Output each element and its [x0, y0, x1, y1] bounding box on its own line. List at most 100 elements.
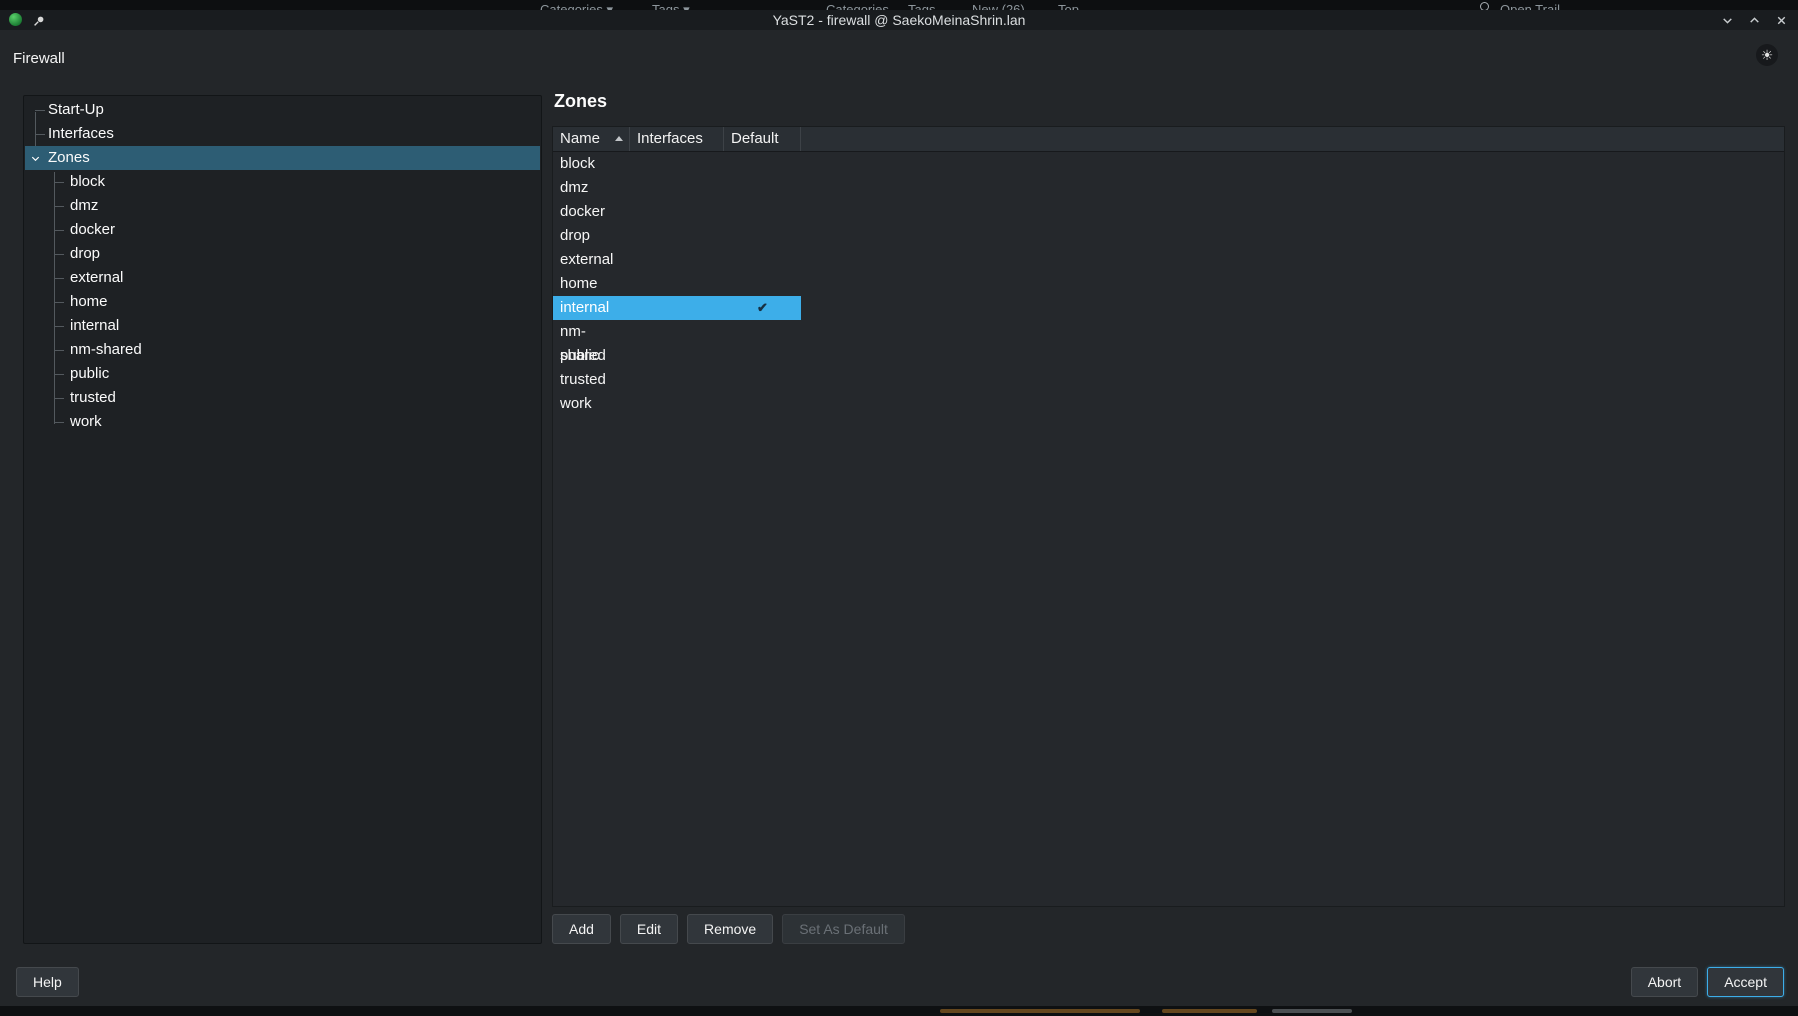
remove-button[interactable]: Remove [687, 914, 773, 944]
column-header-name-label: Name [560, 130, 600, 147]
background-text-blur [1162, 1009, 1257, 1013]
zone-default [724, 152, 801, 176]
tree-item-external[interactable]: external [25, 266, 540, 290]
zones-tree: Start-Up Interfaces Zones block dmz docker dro… [25, 98, 540, 434]
zone-row-nm-shared[interactable]: nm-shared [553, 320, 801, 344]
background-text-fragment: New (26) [972, 2, 1025, 10]
column-header-interfaces[interactable]: Interfaces [630, 127, 724, 151]
background-text-blur [940, 1009, 1140, 1013]
tree-item-label: docker [70, 221, 115, 238]
background-text-fragment: Tags [908, 2, 935, 10]
close-icon[interactable] [1775, 14, 1788, 27]
tree-item-drop[interactable]: drop [25, 242, 540, 266]
tree-item-label: trusted [70, 389, 116, 406]
zone-default [724, 368, 801, 392]
background-open-trail-icon [1480, 2, 1489, 10]
tree-expander-icon[interactable] [27, 146, 44, 170]
zone-interfaces [630, 152, 724, 176]
tree-item-dmz[interactable]: dmz [25, 194, 540, 218]
set-as-default-button: Set As Default [782, 914, 905, 944]
background-text-fragment: Top [1058, 2, 1079, 10]
tree-item-nm-shared[interactable]: nm-shared [25, 338, 540, 362]
zone-default [724, 248, 801, 272]
background-top-strip: Categories ▾Tags ▾CategoriesTagsNew (26)… [0, 0, 1798, 10]
zone-interfaces [630, 200, 724, 224]
tree-item-label: drop [70, 245, 100, 262]
zone-name: external [553, 248, 630, 272]
tree-item-block[interactable]: block [25, 170, 540, 194]
tree-item-label: home [70, 293, 108, 310]
background-text-fragment: Open Trail [1500, 2, 1560, 10]
zone-name: home [553, 272, 630, 296]
zone-interfaces [630, 368, 724, 392]
zone-name: work [553, 392, 630, 416]
tree-item-start-up[interactable]: Start-Up [25, 98, 540, 122]
minimize-icon[interactable] [1721, 14, 1734, 27]
zone-row-external[interactable]: external [553, 248, 801, 272]
zone-row-home[interactable]: home [553, 272, 801, 296]
background-text-fragment: Categories ▾ [540, 2, 613, 10]
column-header-default[interactable]: Default [724, 127, 801, 151]
zone-row-drop[interactable]: drop [553, 224, 801, 248]
zone-default [724, 224, 801, 248]
zone-row-block[interactable]: block [553, 152, 801, 176]
default-check-icon: ✔ [757, 300, 768, 315]
zone-default [724, 200, 801, 224]
module-label: Firewall [13, 50, 65, 67]
tree-item-trusted[interactable]: trusted [25, 386, 540, 410]
add-button[interactable]: Add [552, 914, 611, 944]
zone-default: ✔ [724, 296, 801, 320]
zone-default [724, 272, 801, 296]
zone-interfaces [630, 248, 724, 272]
tree-item-public[interactable]: public [25, 362, 540, 386]
maximize-icon[interactable] [1748, 14, 1761, 27]
zone-interfaces [630, 272, 724, 296]
navigation-tree-panel: Start-Up Interfaces Zones block dmz docker dro… [23, 95, 542, 944]
zone-name: public [553, 344, 630, 368]
tree-item-internal[interactable]: internal [25, 314, 540, 338]
tree-item-home[interactable]: home [25, 290, 540, 314]
tree-item-label: public [70, 365, 109, 382]
yast-window: Firewall ☀ Start-UpInterfacesZonesblockd… [0, 30, 1798, 1006]
zone-name: dmz [553, 176, 630, 200]
column-header-name[interactable]: Name [553, 127, 630, 151]
tree-item-interfaces[interactable]: Interfaces [25, 122, 540, 146]
zone-interfaces [630, 320, 724, 344]
window-title: YaST2 - firewall @ SaekoMeinaShrin.lan [0, 12, 1798, 28]
zones-table-body: blockdmzdockerdropexternalhomeinternal✔n… [553, 152, 1784, 416]
zone-name: drop [553, 224, 630, 248]
zone-name: trusted [553, 368, 630, 392]
zone-interfaces [630, 392, 724, 416]
zone-row-trusted[interactable]: trusted [553, 368, 801, 392]
edit-button[interactable]: Edit [620, 914, 678, 944]
tree-item-label: dmz [70, 197, 98, 214]
zone-row-internal[interactable]: internal✔ [553, 296, 801, 320]
tree-item-label: Zones [48, 149, 90, 166]
zone-row-docker[interactable]: docker [553, 200, 801, 224]
zone-row-work[interactable]: work [553, 392, 801, 416]
zone-default [724, 344, 801, 368]
zone-name: nm-shared [553, 320, 630, 344]
zone-row-public[interactable]: public [553, 344, 801, 368]
tree-item-label: work [70, 413, 102, 430]
tree-item-label: Start-Up [48, 101, 104, 118]
tree-item-label: external [70, 269, 123, 286]
tree-item-zones[interactable]: Zones [25, 146, 540, 170]
tree-item-label: block [70, 173, 105, 190]
accept-button[interactable]: Accept [1707, 967, 1784, 997]
tree-item-label: internal [70, 317, 119, 334]
zone-default [724, 392, 801, 416]
tree-item-work[interactable]: work [25, 410, 540, 434]
help-button[interactable]: Help [16, 967, 79, 997]
brightness-sun-icon[interactable]: ☀ [1756, 44, 1778, 66]
zone-name: docker [553, 200, 630, 224]
sort-asc-icon [615, 136, 623, 141]
abort-button[interactable]: Abort [1631, 967, 1698, 997]
background-text-fragment: Tags ▾ [652, 2, 690, 10]
zone-actions: Add Edit Remove Set As Default [552, 914, 905, 944]
zone-row-dmz[interactable]: dmz [553, 176, 801, 200]
titlebar: YaST2 - firewall @ SaekoMeinaShrin.lan [0, 10, 1798, 30]
background-bottom-strip [0, 1006, 1798, 1016]
tree-item-docker[interactable]: docker [25, 218, 540, 242]
zone-default [724, 176, 801, 200]
